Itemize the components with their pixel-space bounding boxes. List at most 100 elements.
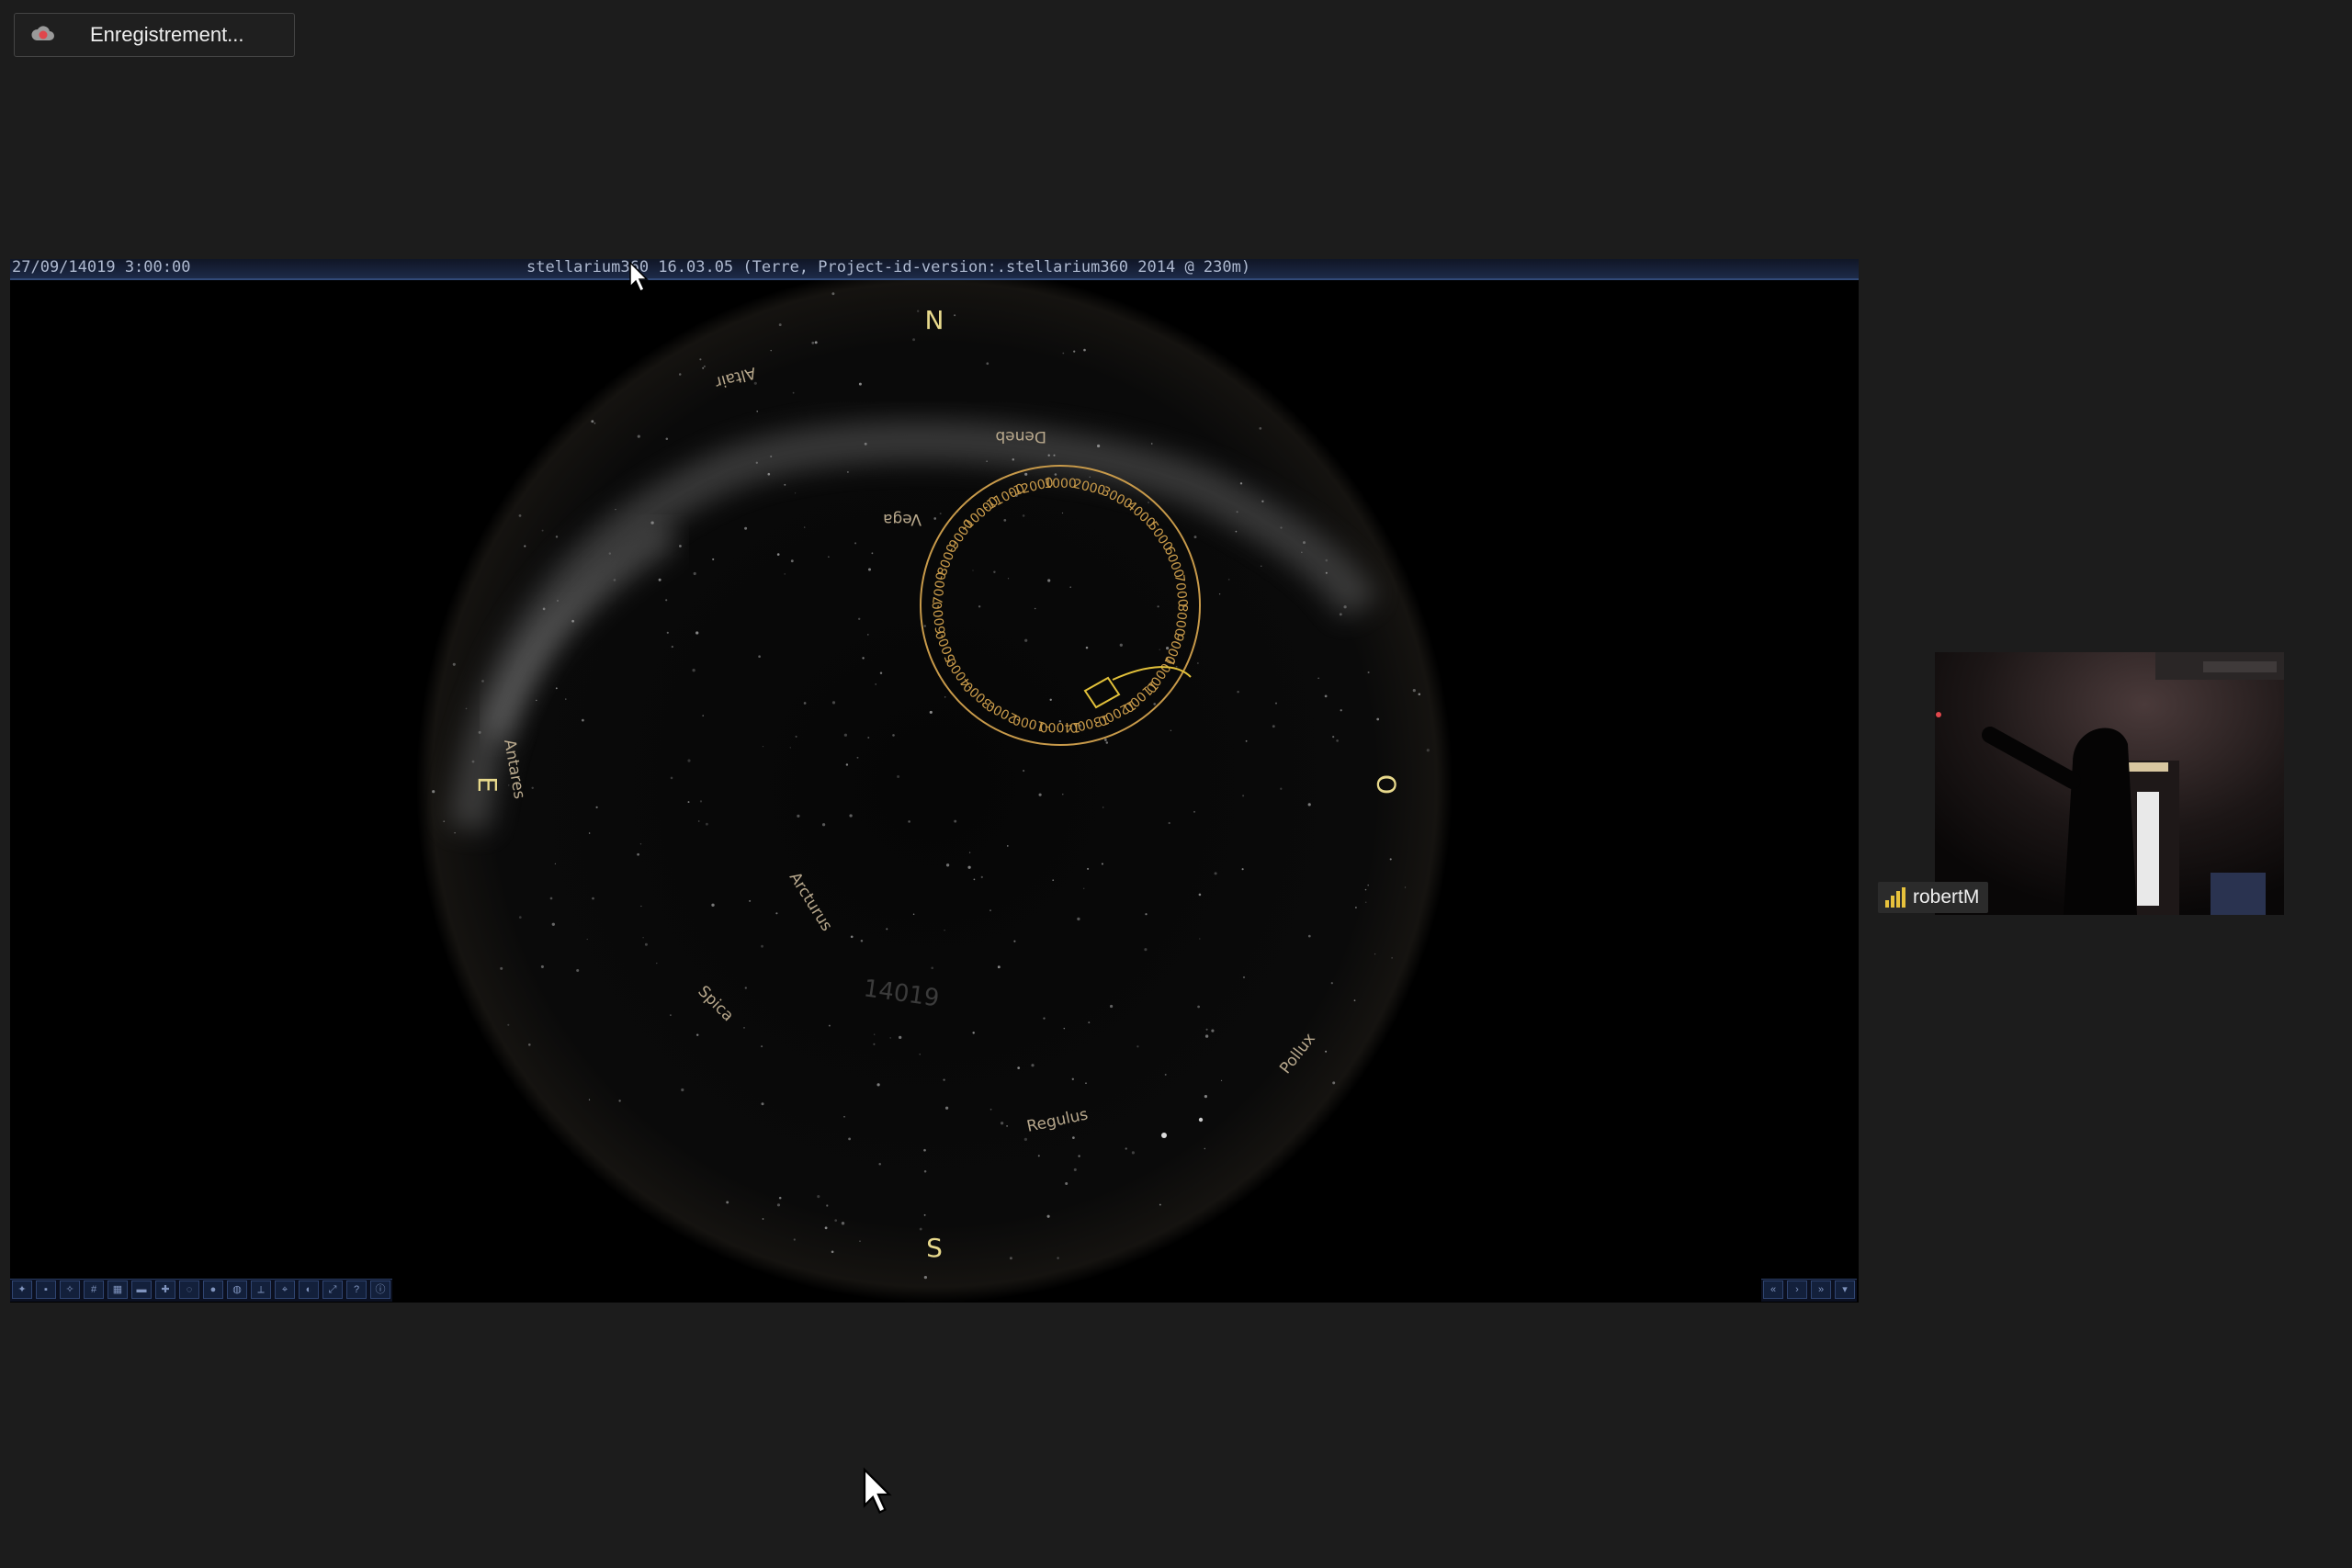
background-star <box>706 822 708 826</box>
background-star <box>1125 1147 1127 1150</box>
fast-forward-icon[interactable]: » <box>1811 1280 1831 1299</box>
background-star <box>1083 348 1086 352</box>
background-star <box>1052 879 1055 882</box>
background-star <box>864 442 867 446</box>
help-icon[interactable]: ? <box>346 1280 367 1299</box>
background-star <box>755 461 758 464</box>
background-star <box>1367 884 1369 886</box>
background-star <box>507 1023 510 1026</box>
background-star <box>923 1148 926 1152</box>
background-star <box>697 820 700 822</box>
background-star <box>871 552 874 555</box>
fullscreen-icon[interactable]: ⤢ <box>322 1280 343 1299</box>
play-icon[interactable]: › <box>1787 1280 1807 1299</box>
background-star <box>850 935 854 939</box>
cardinal-points-icon[interactable]: ✚ <box>155 1280 175 1299</box>
background-star <box>1220 1079 1223 1082</box>
background-star <box>919 1227 922 1231</box>
background-star <box>1023 770 1025 773</box>
background-star <box>613 579 616 581</box>
background-star <box>1087 867 1090 870</box>
background-star <box>876 1083 880 1087</box>
background-star <box>848 1137 851 1141</box>
background-star <box>588 832 591 834</box>
background-star <box>465 707 468 710</box>
background-star <box>1043 1017 1046 1020</box>
background-star <box>989 1108 992 1111</box>
background-star <box>582 718 584 722</box>
record-cloud-icon <box>31 26 54 40</box>
background-star <box>1168 821 1170 825</box>
shared-screen: 1000 2000 3000 4000 5000 6000 7000 8000 9000 1000… <box>10 259 1859 1303</box>
background-star <box>452 662 456 666</box>
background-star <box>557 600 559 602</box>
equatorial-mount-icon[interactable]: ⟂ <box>251 1280 271 1299</box>
background-star <box>1261 500 1264 502</box>
participant-video-frame <box>1935 652 2284 915</box>
recording-indicator[interactable]: Enregistrement... <box>14 13 295 57</box>
background-star <box>1204 1147 1206 1150</box>
constellation-lines-icon[interactable]: ✦ <box>12 1280 32 1299</box>
background-star <box>1148 502 1149 503</box>
background-star <box>874 1033 876 1035</box>
background-star <box>892 734 895 737</box>
background-star <box>1159 1203 1161 1206</box>
nebulae-icon[interactable]: ● <box>203 1280 223 1299</box>
background-star <box>699 358 702 361</box>
background-star <box>541 529 544 532</box>
background-star <box>711 903 715 907</box>
background-star <box>1364 901 1367 904</box>
background-star <box>1157 605 1159 608</box>
background-star <box>1003 519 1007 522</box>
background-star <box>1000 1122 1004 1125</box>
background-star <box>478 730 481 734</box>
background-star <box>1307 803 1311 807</box>
background-star <box>500 966 503 970</box>
background-star <box>789 747 791 749</box>
equatorial-grid-icon[interactable]: # <box>84 1280 104 1299</box>
background-star <box>1204 1034 1209 1038</box>
background-star <box>1426 749 1430 752</box>
participant-video[interactable] <box>1935 652 2284 915</box>
background-star <box>831 701 836 705</box>
dropdown-icon[interactable]: ▾ <box>1835 1280 1855 1299</box>
background-star <box>931 966 934 970</box>
background-star <box>555 687 558 690</box>
background-star <box>571 619 574 623</box>
background-star <box>989 909 991 911</box>
background-star <box>1259 427 1262 430</box>
constellation-labels-icon[interactable]: ▪ <box>36 1280 56 1299</box>
info-icon[interactable]: ⓘ <box>370 1280 390 1299</box>
background-star <box>824 1226 828 1230</box>
star-label-deneb: Deneb <box>995 427 1046 446</box>
background-star <box>793 1238 796 1241</box>
background-star <box>993 570 996 574</box>
datetime-label: 27/09/14019 3:00:00 <box>12 259 191 276</box>
background-star <box>1022 514 1025 517</box>
background-star <box>1089 476 1091 478</box>
constellation-art-icon[interactable]: ✧ <box>60 1280 80 1299</box>
atmosphere-icon[interactable]: ◌ <box>179 1280 199 1299</box>
background-star <box>828 1024 831 1027</box>
mouse-cursor-icon <box>863 1467 892 1515</box>
background-star <box>1038 793 1042 796</box>
background-star <box>778 1196 782 1200</box>
azimuthal-grid-icon[interactable]: ▦ <box>107 1280 128 1299</box>
background-star <box>1119 643 1123 647</box>
planet-labels-icon[interactable]: ◍ <box>227 1280 247 1299</box>
night-mode-icon[interactable]: ◐ <box>299 1280 319 1299</box>
rewind-icon[interactable]: « <box>1763 1280 1783 1299</box>
background-star <box>873 1043 876 1045</box>
ground-icon[interactable]: ▬ <box>131 1280 152 1299</box>
background-star <box>528 1043 531 1046</box>
background-star <box>803 702 807 705</box>
background-star <box>1073 350 1076 353</box>
background-star <box>1144 948 1148 952</box>
background-star <box>1376 717 1380 721</box>
background-star <box>1242 976 1246 979</box>
background-star <box>591 420 594 423</box>
background-star <box>933 517 937 520</box>
background-star <box>1164 1073 1167 1076</box>
goto-icon[interactable]: ⌖ <box>275 1280 295 1299</box>
background-star <box>858 382 862 386</box>
